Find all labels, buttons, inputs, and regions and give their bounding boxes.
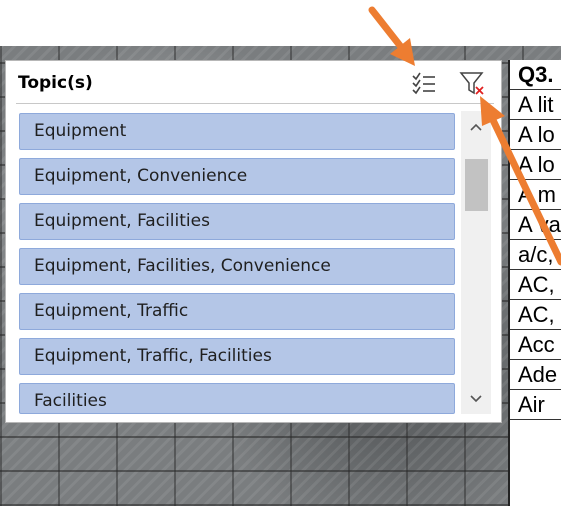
slicer-item[interactable]: Equipment, Facilities	[19, 203, 455, 240]
grid-cell[interactable]: Acc	[510, 330, 561, 360]
slicer-item[interactable]: Equipment, Facilities, Convenience	[19, 248, 455, 285]
slicer-item[interactable]: Equipment, Traffic	[19, 293, 455, 330]
slicer-item[interactable]: Equipment, Convenience	[19, 158, 455, 195]
multi-select-icon[interactable]	[410, 69, 438, 97]
grid-cell[interactable]: AC,	[510, 270, 561, 300]
slicer-item[interactable]: Facilities	[19, 383, 455, 414]
column-header-cell[interactable]: Q3.	[510, 60, 561, 90]
slicer-title: Topic(s)	[18, 73, 93, 93]
grid-cell[interactable]: A m	[510, 180, 561, 210]
slicer-scrollbar[interactable]	[461, 111, 491, 414]
scroll-thumb[interactable]	[465, 159, 488, 211]
grid-cell[interactable]: A lo	[510, 150, 561, 180]
scroll-up-icon[interactable]	[466, 117, 486, 137]
topic-slicer[interactable]: Topic(s) Equipment Equipment, Convenienc…	[5, 60, 502, 423]
scroll-down-icon[interactable]	[466, 388, 486, 408]
grid-cell[interactable]: A lit	[510, 90, 561, 120]
grid-cell[interactable]: a/c,	[510, 240, 561, 270]
slicer-item[interactable]: Equipment, Traffic, Facilities	[19, 338, 455, 375]
grid-cell[interactable]: A lo	[510, 120, 561, 150]
grid-cell[interactable]: A va	[510, 210, 561, 240]
worksheet-column: Q3. A lit A lo A lo A m A va a/c, AC, AC…	[508, 60, 561, 506]
title-divider	[16, 103, 494, 104]
grid-cell[interactable]: Air	[510, 390, 561, 420]
grid-cell[interactable]: AC,	[510, 300, 561, 330]
slicer-item[interactable]: Equipment	[19, 113, 455, 150]
grid-cell[interactable]: Ade	[510, 360, 561, 390]
clear-filter-icon[interactable]	[458, 69, 486, 97]
